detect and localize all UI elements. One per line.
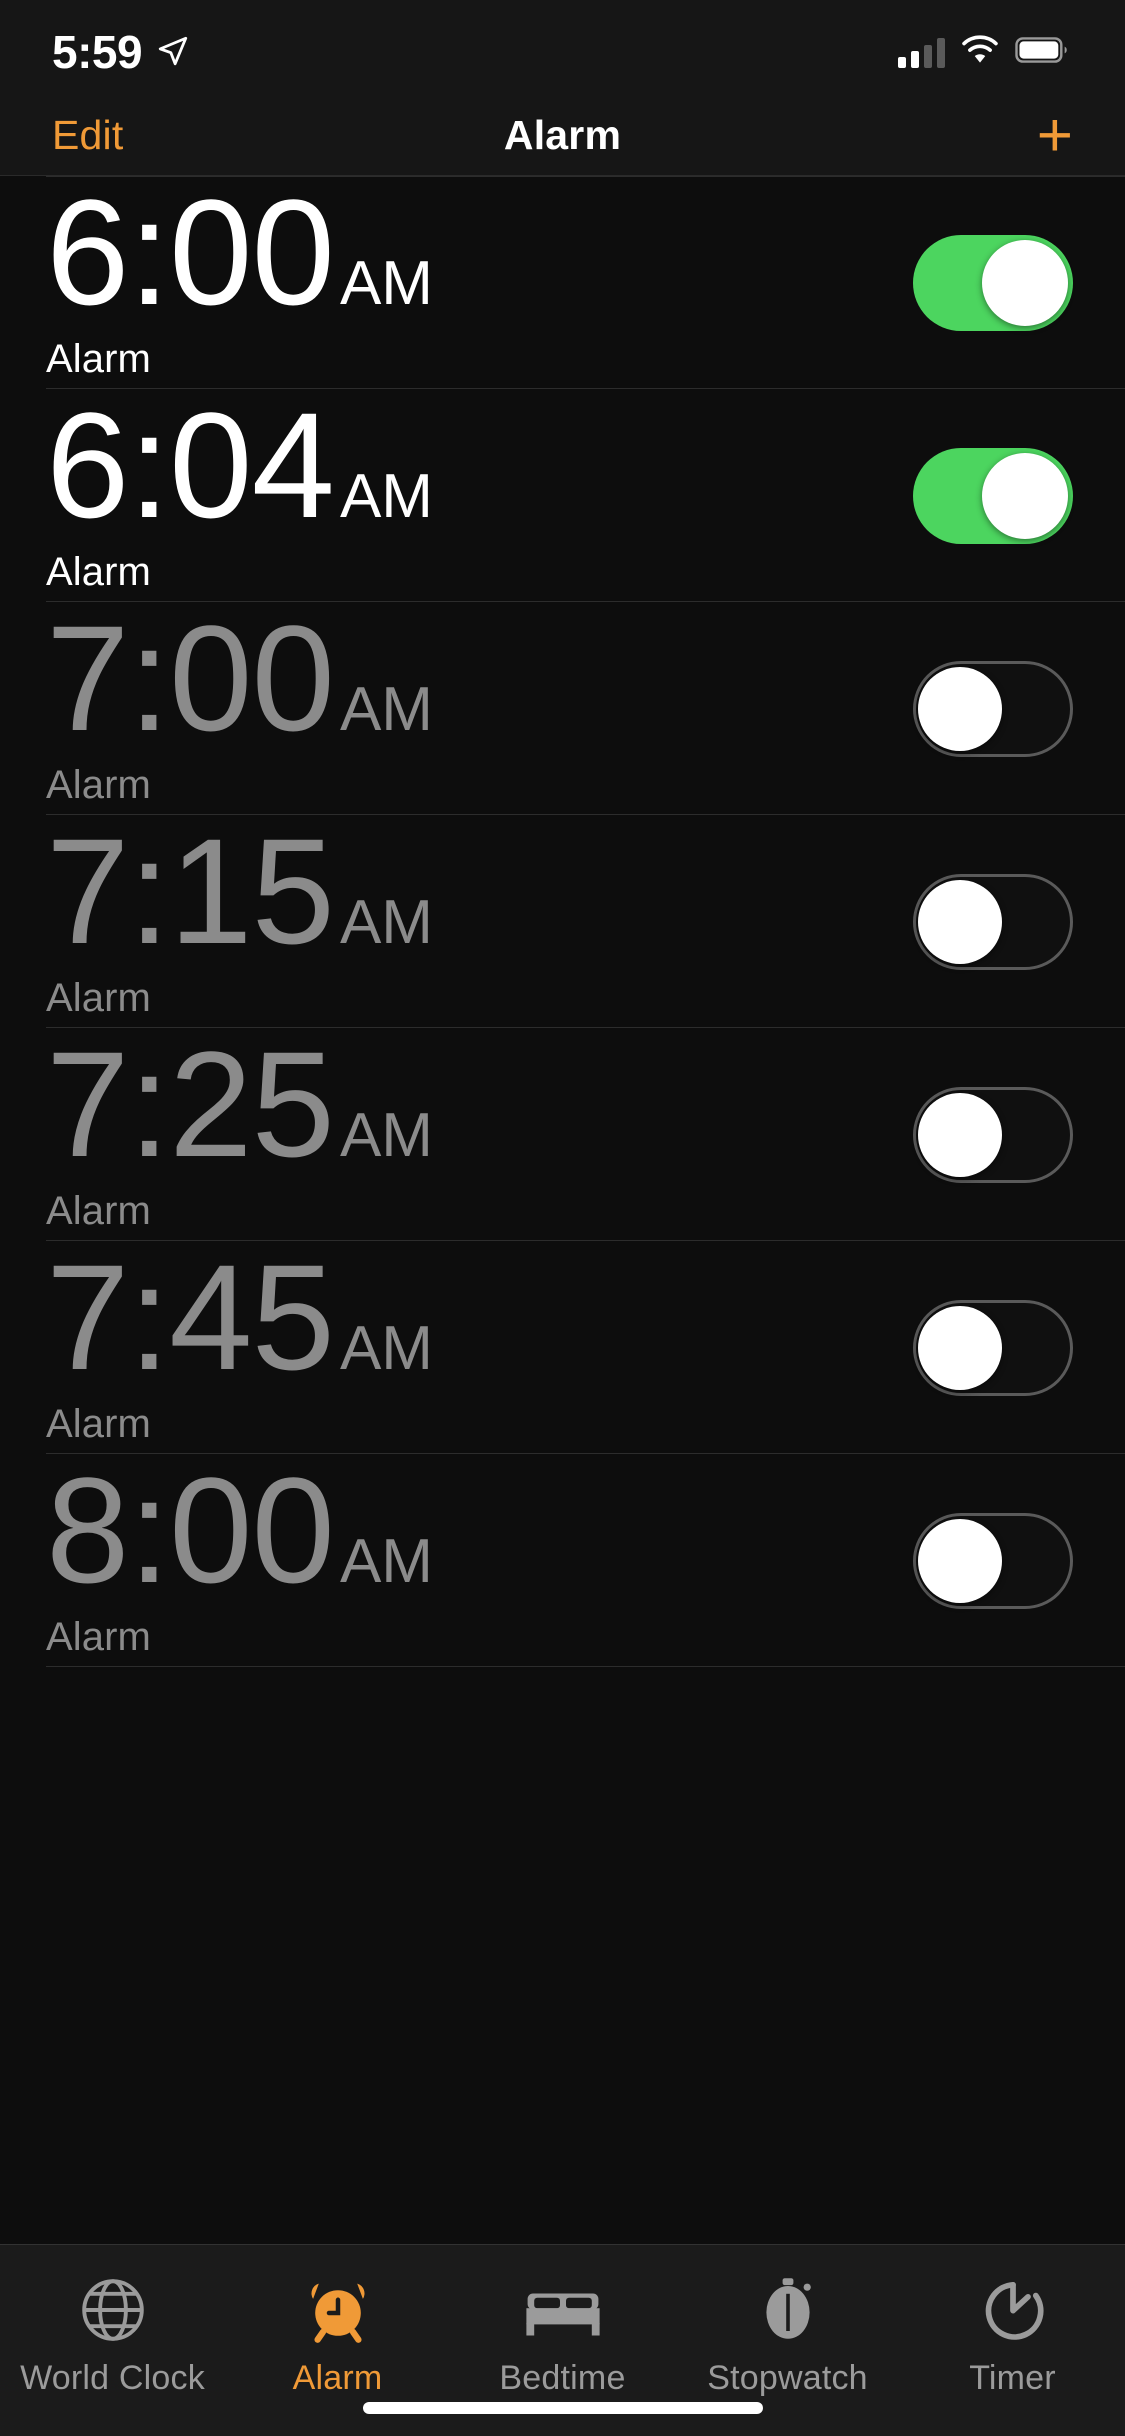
alarm-toggle[interactable] <box>913 1299 1073 1396</box>
alarm-label: Alarm <box>46 1615 151 1659</box>
battery-full-icon <box>1015 36 1071 69</box>
alarm-label: Alarm <box>46 976 151 1020</box>
alarm-row[interactable]: 7:00 AM Alarm <box>0 602 1125 815</box>
cellular-signal-icon <box>898 36 945 68</box>
toggle-knob <box>982 239 1068 326</box>
alarm-time: 7:25 <box>46 1020 335 1188</box>
tab-label: Alarm <box>292 2359 383 2397</box>
alarm-meridiem: AM <box>339 462 433 531</box>
alarm-time: 7:15 <box>46 807 335 975</box>
navigation-bar: Edit Alarm + <box>0 96 1125 176</box>
alarm-label: Alarm <box>46 763 151 807</box>
alarm-time: 7:00 <box>46 594 335 762</box>
timer-icon <box>977 2271 1049 2349</box>
tab-label: Timer <box>969 2359 1056 2397</box>
page-title: Alarm <box>503 112 622 158</box>
alarm-label: Alarm <box>46 550 151 594</box>
alarm-clock-icon <box>302 2271 374 2349</box>
alarm-label: Alarm <box>46 1189 151 1233</box>
wifi-icon <box>961 35 999 70</box>
alarm-toggle[interactable] <box>913 873 1073 970</box>
edit-button[interactable]: Edit <box>52 115 123 156</box>
status-bar: 5:59 <box>0 0 1125 96</box>
bed-icon <box>524 2271 602 2349</box>
tab-stopwatch[interactable]: Stopwatch <box>675 2271 900 2398</box>
tab-alarm[interactable]: Alarm <box>225 2271 450 2398</box>
tab-world-clock[interactable]: World Clock <box>0 2271 225 2398</box>
alarm-row[interactable]: 7:25 AM Alarm <box>0 1028 1125 1241</box>
alarm-meridiem: AM <box>339 888 433 957</box>
toggle-knob <box>918 1518 1002 1603</box>
toggle-knob <box>918 1092 1002 1177</box>
alarm-time: 6:04 <box>46 381 335 549</box>
alarm-label: Alarm <box>46 337 151 381</box>
location-arrow-icon <box>156 24 190 73</box>
toggle-knob <box>982 452 1068 539</box>
alarm-app-screen: 5:59 Edit Alarm + 6:00 AM Alarm 6:04 AM … <box>0 0 1125 2436</box>
alarm-meridiem: AM <box>339 1314 433 1383</box>
alarm-time: 7:45 <box>46 1233 335 1401</box>
alarm-toggle[interactable] <box>913 1086 1073 1183</box>
globe-icon <box>77 2271 149 2349</box>
alarm-toggle[interactable] <box>913 447 1073 544</box>
alarm-label: Alarm <box>46 1402 151 1446</box>
tab-label: World Clock <box>20 2359 205 2397</box>
alarm-list[interactable]: 6:00 AM Alarm 6:04 AM Alarm 7:00 AM Alarm 7:15 AM A… <box>0 176 1125 2244</box>
alarm-toggle[interactable] <box>913 1512 1073 1609</box>
alarm-row[interactable]: 7:15 AM Alarm <box>0 815 1125 1028</box>
home-indicator <box>362 2402 763 2414</box>
add-alarm-button[interactable]: + <box>1037 104 1073 167</box>
alarm-meridiem: AM <box>339 249 433 318</box>
alarm-toggle[interactable] <box>913 660 1073 757</box>
toggle-knob <box>918 666 1002 751</box>
alarm-time: 6:00 <box>46 176 335 336</box>
stopwatch-icon <box>752 2271 824 2349</box>
tab-bedtime[interactable]: Bedtime <box>450 2271 675 2398</box>
status-bar-time: 5:59 <box>52 26 143 78</box>
alarm-row[interactable]: 7:45 AM Alarm <box>0 1241 1125 1454</box>
alarm-row[interactable]: 8:00 AM Alarm <box>0 1454 1125 1667</box>
alarm-time: 8:00 <box>46 1446 335 1614</box>
tab-label: Bedtime <box>499 2359 626 2397</box>
tab-label: Stopwatch <box>707 2359 868 2397</box>
toggle-knob <box>918 1305 1002 1390</box>
alarm-meridiem: AM <box>339 1101 433 1170</box>
alarm-meridiem: AM <box>339 1527 433 1596</box>
alarm-row[interactable]: 6:04 AM Alarm <box>0 389 1125 602</box>
toggle-knob <box>918 879 1002 964</box>
tab-timer[interactable]: Timer <box>900 2271 1125 2398</box>
alarm-meridiem: AM <box>339 675 433 744</box>
alarm-toggle[interactable] <box>913 234 1073 331</box>
alarm-row[interactable]: 6:00 AM Alarm <box>0 176 1125 389</box>
